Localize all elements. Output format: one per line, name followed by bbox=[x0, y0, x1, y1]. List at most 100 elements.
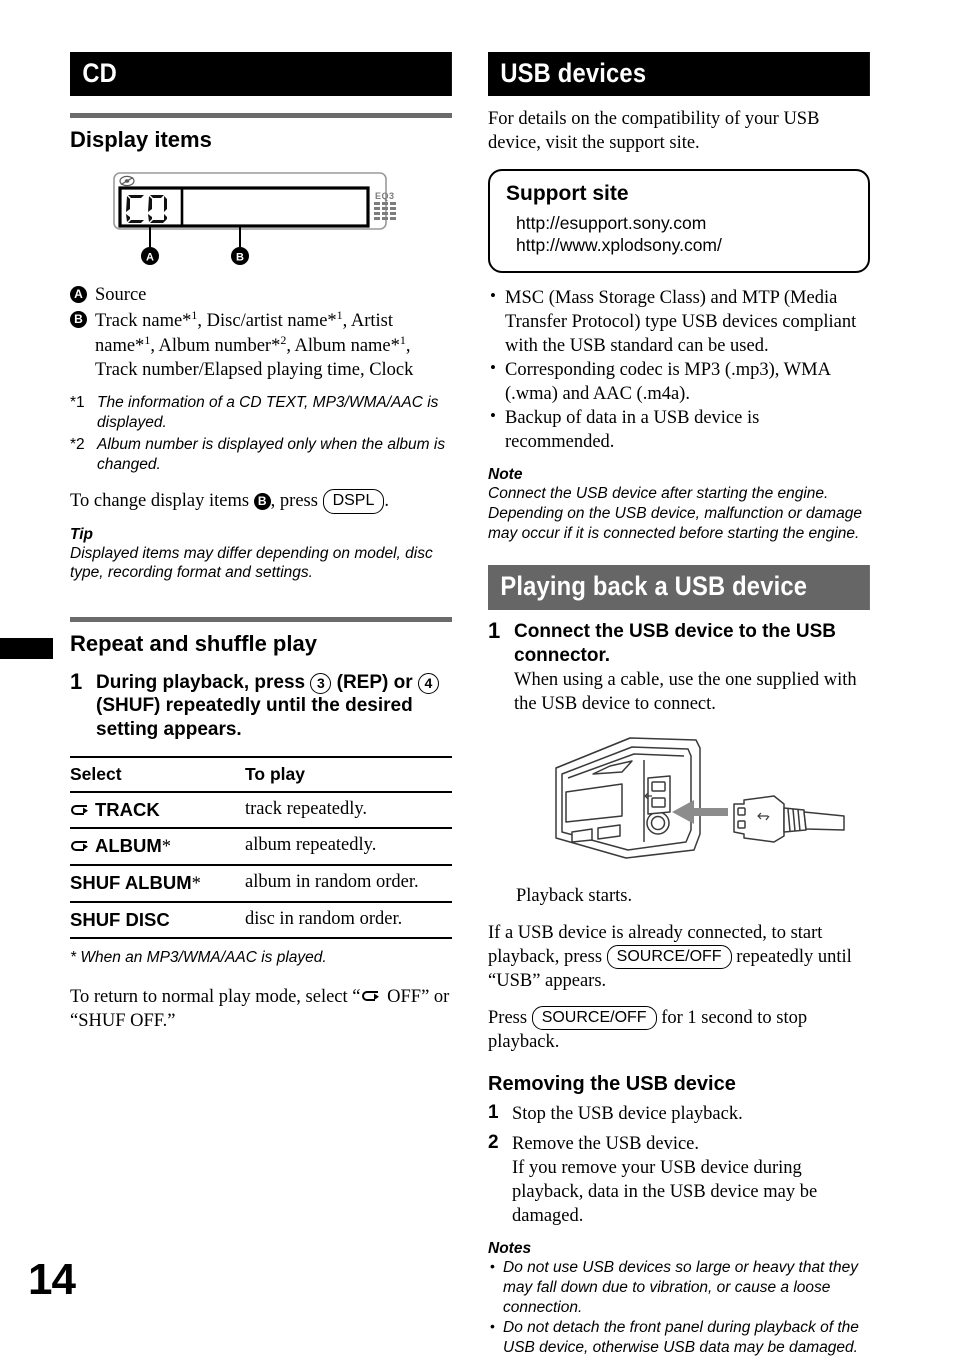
right-column: USB devices For details on the compatibi… bbox=[488, 0, 870, 1357]
repeat-loop-icon bbox=[70, 799, 90, 816]
usb-notes-list: Do not use USB devices so large or heavy… bbox=[488, 1258, 870, 1357]
footnote-1-text: The information of a CD TEXT, MP3/WMA/AA… bbox=[97, 394, 439, 431]
support-url-2[interactable]: http://www.xplodsony.com/ bbox=[506, 234, 852, 256]
table-header-row: Select To play bbox=[70, 756, 452, 794]
badge-b: B bbox=[70, 310, 87, 328]
legend-b-text: Track name*1, Disc/artist name*1, Artist… bbox=[95, 307, 414, 381]
display-panel-figure: EQ3 A B bbox=[112, 171, 412, 271]
footnote-1: *1 The information of a CD TEXT, MP3/WMA… bbox=[70, 393, 452, 433]
select-label: TRACK bbox=[95, 799, 160, 821]
table-row: TRACK track repeatedly. bbox=[70, 792, 452, 830]
change-line-post: . bbox=[384, 491, 389, 512]
select-star: * bbox=[191, 874, 201, 895]
step-number: 1 bbox=[488, 617, 501, 643]
playback-step-1-bold: Connect the USB device to the USB connec… bbox=[514, 620, 836, 666]
footnote-1-marker: *1 bbox=[70, 394, 85, 412]
playback-step-1: 1 Connect the USB device to the USB conn… bbox=[488, 617, 870, 716]
col-header-select: Select bbox=[70, 756, 245, 794]
select-star: * bbox=[161, 837, 172, 858]
manual-page: 14 CD Display items EQ3 A B A Source B T… bbox=[0, 0, 954, 1356]
playing-back-banner-label: Playing back a USB device bbox=[488, 565, 870, 610]
cd-section-banner: CD bbox=[70, 52, 452, 97]
playback-step-1-sub: When using a cable, use the one supplied… bbox=[514, 669, 857, 714]
step-part3: (SHUF) repeatedly until the desired sett… bbox=[96, 695, 413, 741]
support-site-title: Support site bbox=[506, 182, 629, 206]
stop-pre: Press bbox=[488, 1007, 532, 1028]
support-url-1[interactable]: http://esupport.sony.com bbox=[506, 212, 852, 234]
step-number: 1 bbox=[488, 1102, 499, 1124]
repeat-loop-icon bbox=[70, 835, 90, 852]
callout-b: B bbox=[231, 246, 249, 265]
cell-to-play: disc in random order. bbox=[245, 902, 452, 940]
cell-to-play: album repeatedly. bbox=[245, 828, 452, 867]
heading-removing-usb: Removing the USB device bbox=[488, 1073, 736, 1096]
cd-banner-label: CD bbox=[70, 52, 452, 97]
change-line-pre: To change display items bbox=[70, 491, 254, 512]
legend-a-text: Source bbox=[95, 284, 147, 305]
divider-rule bbox=[70, 113, 452, 119]
col-header-to-play: To play bbox=[245, 756, 452, 794]
step-part1: During playback, press bbox=[96, 671, 311, 693]
section-tab-marker bbox=[0, 638, 53, 659]
cell-select: SHUF ALBUM* bbox=[70, 865, 245, 904]
removing-step-2-sub: If you remove your USB device during pla… bbox=[512, 1158, 818, 1227]
cell-to-play: track repeatedly. bbox=[245, 792, 452, 830]
step-number: 2 bbox=[488, 1132, 499, 1154]
usb-connection-figure bbox=[548, 730, 870, 880]
usb-stop-playback-text: Press SOURCE/OFF for 1 second to stop pl… bbox=[488, 1005, 870, 1054]
legend-item-a: A Source bbox=[70, 283, 452, 307]
legend-item-b: B Track name*1, Disc/artist name*1, Arti… bbox=[70, 308, 452, 382]
source-off-button[interactable]: SOURCE/OFF bbox=[531, 1005, 657, 1031]
notes-title: Notes bbox=[488, 1240, 532, 1258]
usb-intro-text: For details on the compatibility of your… bbox=[488, 109, 820, 154]
usb-connection-illustration bbox=[555, 736, 845, 859]
play-modes-table: Select To play TRACK track repeatedly. A… bbox=[70, 756, 452, 940]
select-label: SHUF DISC bbox=[70, 909, 170, 931]
dspl-button[interactable]: DSPL bbox=[322, 489, 385, 514]
footnote-2-text: Album number is displayed only when the … bbox=[97, 435, 446, 473]
footnote-2-marker: *2 bbox=[70, 435, 85, 453]
display-panel-illustration: EQ3 A B bbox=[113, 171, 396, 265]
step-number: 1 bbox=[70, 668, 83, 694]
cell-select: TRACK bbox=[70, 792, 245, 830]
repeat-loop-icon bbox=[361, 985, 381, 1002]
usb-already-connected-text: If a USB device is already connected, to… bbox=[488, 921, 870, 993]
page-number: 14 bbox=[28, 1255, 76, 1304]
cell-select: ALBUM* bbox=[70, 828, 245, 867]
source-off-button[interactable]: SOURCE/OFF bbox=[606, 944, 732, 969]
list-item: Corresponding codec is MP3 (.mp3), WMA (… bbox=[488, 357, 870, 406]
return-text-pre: To return to normal play mode, select “ bbox=[70, 987, 361, 1008]
table-row: SHUF ALBUM* album in random order. bbox=[70, 865, 452, 904]
repeat-step-1: 1 During playback, press 3 (REP) or 4 (S… bbox=[70, 668, 452, 743]
footnote-2: *2 Album number is displayed only when t… bbox=[70, 435, 452, 475]
note-title: Note bbox=[488, 465, 523, 483]
usb-devices-banner-label: USB devices bbox=[488, 52, 870, 97]
badge-a: A bbox=[70, 285, 87, 303]
key-4-button[interactable]: 4 bbox=[417, 672, 439, 694]
support-site-box: Support site http://esupport.sony.com ht… bbox=[488, 169, 870, 273]
heading-repeat-shuffle: Repeat and shuffle play bbox=[70, 631, 317, 657]
removing-step-1-text: Stop the USB device playback. bbox=[512, 1104, 743, 1125]
table-row: ALBUM* album repeatedly. bbox=[70, 828, 452, 867]
removing-step-2-text: Remove the USB device. bbox=[512, 1134, 700, 1155]
table-footnote: * When an MP3/WMA/AAC is played. bbox=[70, 949, 327, 967]
key-3-button[interactable]: 3 bbox=[310, 672, 332, 694]
badge-b-inline: B bbox=[253, 493, 271, 511]
callout-a: A bbox=[141, 246, 159, 265]
list-item: Do not use USB devices so large or heavy… bbox=[488, 1258, 870, 1317]
change-display-items-line: To change display items B, press DSPL. bbox=[70, 489, 452, 514]
return-normal-play-text: To return to normal play mode, select “ … bbox=[70, 985, 452, 1033]
svg-text:EQ3: EQ3 bbox=[375, 191, 395, 201]
left-column: CD Display items EQ3 A B A Source B Trac… bbox=[70, 0, 452, 1033]
select-label: SHUF ALBUM bbox=[70, 872, 192, 894]
svg-text:B: B bbox=[236, 251, 244, 263]
usb-devices-banner: USB devices bbox=[488, 52, 870, 97]
removing-step-1: 1 Stop the USB device playback. bbox=[488, 1102, 870, 1126]
heading-display-items: Display items bbox=[70, 127, 212, 153]
list-item: Backup of data in a USB device is recomm… bbox=[488, 405, 870, 454]
cell-to-play: album in random order. bbox=[245, 865, 452, 904]
list-item: MSC (Mass Storage Class) and MTP (Media … bbox=[488, 285, 870, 358]
note-text: Connect the USB device after starting th… bbox=[488, 484, 862, 542]
tip-title: Tip bbox=[70, 525, 93, 543]
change-line-mid: , press bbox=[270, 491, 323, 512]
